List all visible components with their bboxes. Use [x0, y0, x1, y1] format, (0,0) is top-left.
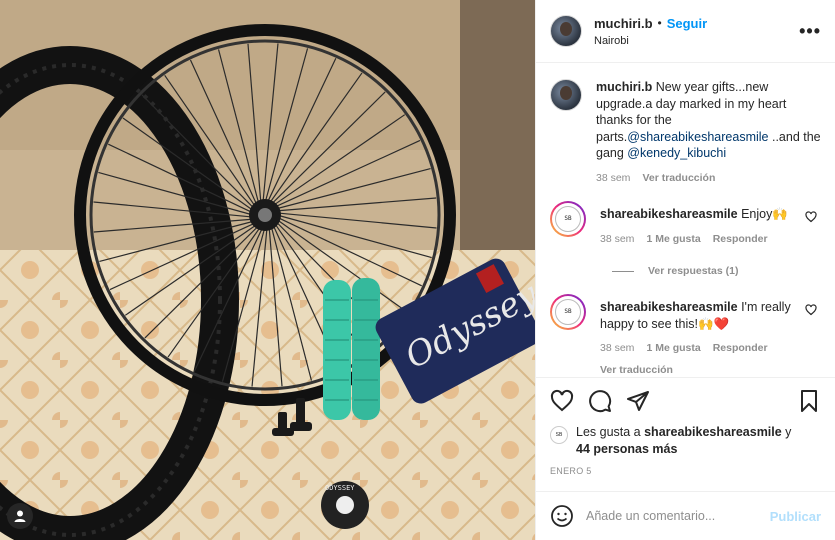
- comments-list: muchiri.b New year gifts...new upgrade.a…: [536, 64, 835, 377]
- separator-dot: •: [657, 16, 662, 30]
- heart-icon: [805, 211, 817, 223]
- likes-summary: SB Les gusta a shareabikeshareasmile y 4…: [550, 424, 821, 458]
- post-header: muchiri.b • Seguir Nairobi •••: [536, 0, 835, 63]
- comment-translate[interactable]: Ver traducción: [600, 362, 673, 378]
- comment-text: Enjoy🙌: [741, 207, 788, 221]
- caption-mention-1[interactable]: @shareabikeshareasmile: [627, 130, 768, 144]
- liker-avatar[interactable]: SB: [550, 426, 568, 444]
- liker-username[interactable]: shareabikeshareasmile: [644, 425, 782, 439]
- reply-button[interactable]: Responder: [713, 340, 768, 357]
- caption-translate[interactable]: Ver traducción: [642, 170, 715, 187]
- more-options-icon[interactable]: •••: [799, 21, 821, 42]
- comment: SB shareabikeshareasmile I'm really happ…: [550, 279, 821, 377]
- comment-likes[interactable]: 1 Me gusta: [646, 231, 700, 248]
- author-username[interactable]: muchiri.b: [594, 16, 653, 31]
- bike-parts-photo: Odyssey ODYSSEY: [0, 0, 535, 540]
- post-sidebar: muchiri.b • Seguir Nairobi ••• muchiri.b…: [535, 0, 835, 540]
- comment-avatar[interactable]: SB: [550, 294, 586, 330]
- heart-icon: [805, 304, 817, 316]
- post-location[interactable]: Nairobi: [594, 35, 799, 47]
- emoji-icon[interactable]: [550, 504, 574, 528]
- comment-avatar[interactable]: SB: [550, 201, 586, 237]
- comment-time[interactable]: 38 sem: [600, 340, 634, 357]
- caption-avatar[interactable]: [550, 79, 582, 111]
- comment-time[interactable]: 38 sem: [600, 231, 634, 248]
- user-tag-button[interactable]: [7, 503, 33, 529]
- like-heart-icon[interactable]: [550, 389, 574, 413]
- follow-button[interactable]: Seguir: [667, 16, 707, 31]
- comment-likes[interactable]: 1 Me gusta: [646, 340, 700, 357]
- view-replies-button[interactable]: Ver respuestas (1): [550, 247, 821, 279]
- author-avatar[interactable]: [550, 15, 582, 47]
- post-actions: [536, 377, 835, 423]
- view-replies-label: Ver respuestas (1): [648, 265, 739, 277]
- comment-input[interactable]: [586, 509, 758, 523]
- add-comment-bar: Publicar: [536, 491, 835, 540]
- caption-username[interactable]: muchiri.b: [596, 80, 652, 94]
- caption: muchiri.b New year gifts...new upgrade.a…: [550, 64, 821, 186]
- share-icon[interactable]: [626, 389, 650, 413]
- comment-username[interactable]: shareabikeshareasmile: [600, 300, 738, 314]
- comment-like-button[interactable]: [805, 294, 821, 377]
- likes-middle: y: [781, 425, 792, 439]
- sticker-text: ODYSSEY: [325, 484, 355, 492]
- likes-prefix: Les gusta a: [576, 425, 645, 439]
- reply-button[interactable]: Responder: [713, 231, 768, 248]
- comment-username[interactable]: shareabikeshareasmile: [600, 207, 738, 221]
- post-photo[interactable]: Odyssey ODYSSEY: [0, 0, 535, 540]
- replies-divider: [612, 270, 634, 272]
- caption-mention-2[interactable]: @kenedy_kibuchi: [627, 146, 726, 160]
- comment-like-button[interactable]: [805, 201, 821, 247]
- publish-button[interactable]: Publicar: [770, 509, 821, 524]
- caption-time[interactable]: 38 sem: [596, 170, 630, 187]
- likes-count[interactable]: 44 personas más: [576, 442, 677, 456]
- comment: SB shareabikeshareasmile Enjoy🙌 38 sem 1…: [550, 186, 821, 247]
- comment-icon[interactable]: [588, 389, 612, 413]
- bookmark-icon[interactable]: [797, 389, 821, 413]
- post-date[interactable]: ENERO 5: [550, 466, 592, 476]
- user-tag-icon: [14, 510, 26, 522]
